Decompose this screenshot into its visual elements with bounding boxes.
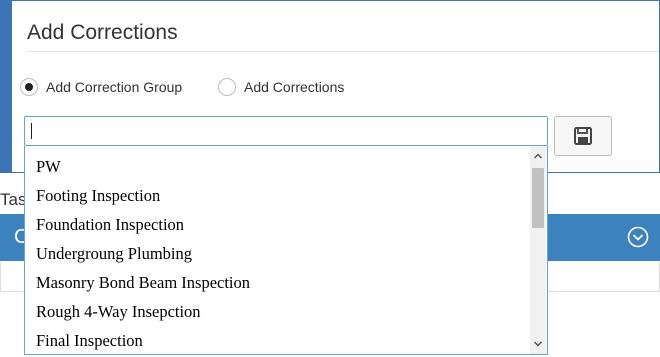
save-button[interactable] <box>554 116 612 156</box>
chevron-circle-down-icon[interactable] <box>627 226 649 248</box>
title-divider <box>27 51 659 52</box>
tasks-heading-partial: Tas <box>0 190 27 209</box>
radio-circle-unchecked[interactable] <box>218 78 236 96</box>
dropdown-option[interactable]: Undergroung Plumbing <box>36 244 192 264</box>
dropdown-option[interactable]: PW <box>36 157 61 177</box>
correction-search-input[interactable] <box>24 116 548 146</box>
radio-add-correction-group[interactable]: Add Correction Group <box>20 78 182 96</box>
radio-label-group: Add Correction Group <box>46 79 183 95</box>
dropdown-option[interactable]: Rough 4-Way Insepction <box>36 302 201 322</box>
dropdown-scrollbar[interactable] <box>530 146 546 354</box>
dropdown-option[interactable]: Final Inspection <box>36 331 143 351</box>
chevron-up-icon <box>533 153 543 159</box>
radio-label-corrections: Add Corrections <box>244 79 345 95</box>
text-cursor <box>31 123 32 139</box>
dropdown-option[interactable]: Footing Inspection <box>36 186 160 206</box>
panel-title: Add Corrections <box>27 21 178 44</box>
correction-dropdown-list[interactable]: PW Footing Inspection Foundation Inspect… <box>24 146 548 355</box>
scroll-down-arrow[interactable] <box>530 336 546 352</box>
scroll-up-arrow[interactable] <box>530 148 546 164</box>
dropdown-option[interactable]: Foundation Inspection <box>36 215 184 235</box>
scrollbar-thumb[interactable] <box>532 168 544 228</box>
dropdown-option[interactable]: Masonry Bond Beam Inspection <box>36 273 250 293</box>
radio-add-corrections[interactable]: Add Corrections <box>218 78 344 96</box>
radio-circle-checked[interactable] <box>20 78 38 96</box>
chevron-down-icon <box>533 341 543 347</box>
floppy-disk-icon <box>574 127 592 145</box>
